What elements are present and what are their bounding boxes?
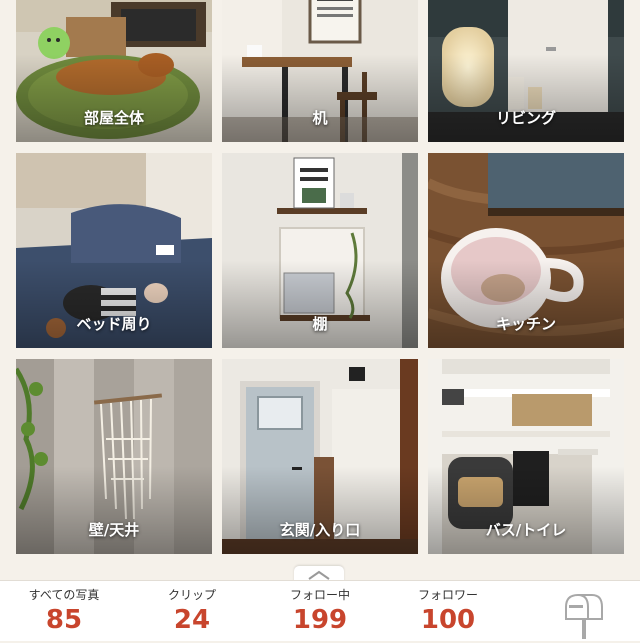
tile-wall-ceiling[interactable]: 壁/天井 (16, 359, 212, 554)
tile-kitchen[interactable]: キッチン (428, 153, 624, 348)
tile-label: 壁/天井 (88, 521, 140, 539)
tile-room-overall[interactable]: 部屋全体 (16, 0, 212, 142)
tile-label: バス/トイレ (485, 521, 567, 539)
tile-label: 部屋全体 (83, 109, 144, 127)
tile-label: ベッド周り (76, 315, 152, 333)
tile-bath-toilet[interactable]: バス/トイレ (428, 359, 624, 554)
stat-label: フォロー中 (289, 588, 350, 602)
stat-value: 199 (292, 605, 348, 635)
stat-label: すべての写真 (28, 588, 100, 602)
stat-following[interactable]: フォロー中 199 (265, 587, 375, 637)
stat-label: クリップ (167, 588, 216, 602)
tile-label: キッチン (495, 315, 556, 333)
stat-value: 100 (420, 605, 476, 635)
tile-label: 机 (312, 109, 328, 127)
tile-desk[interactable]: 机 (222, 0, 418, 142)
photo-category-grid: 部屋全体 机 リビング ベッド周り 棚 キッチン 壁/天井 玄関/入り口 バス/… (0, 0, 640, 568)
tile-living[interactable]: リビング (428, 0, 624, 142)
tile-entrance[interactable]: 玄関/入り口 (222, 359, 418, 554)
stat-all-photos[interactable]: すべての写真 85 (9, 587, 119, 637)
mailbox-button[interactable] (562, 589, 606, 639)
stat-value: 24 (173, 605, 211, 635)
stat-value: 85 (45, 605, 83, 635)
tile-bedside[interactable]: ベッド周り (16, 153, 212, 348)
stat-followers[interactable]: フォロワー 100 (393, 587, 503, 637)
mailbox-icon (565, 594, 603, 639)
tile-label: 棚 (312, 315, 328, 333)
stat-clips[interactable]: クリップ 24 (137, 587, 247, 637)
tile-label: リビング (495, 109, 556, 127)
tile-shelf[interactable]: 棚 (222, 153, 418, 348)
profile-stats-bar: すべての写真 85 クリップ 24 フォロー中 199 フォロワー 100 (0, 580, 640, 641)
stat-label: フォロワー (417, 588, 478, 602)
tile-label: 玄関/入り口 (279, 521, 361, 539)
